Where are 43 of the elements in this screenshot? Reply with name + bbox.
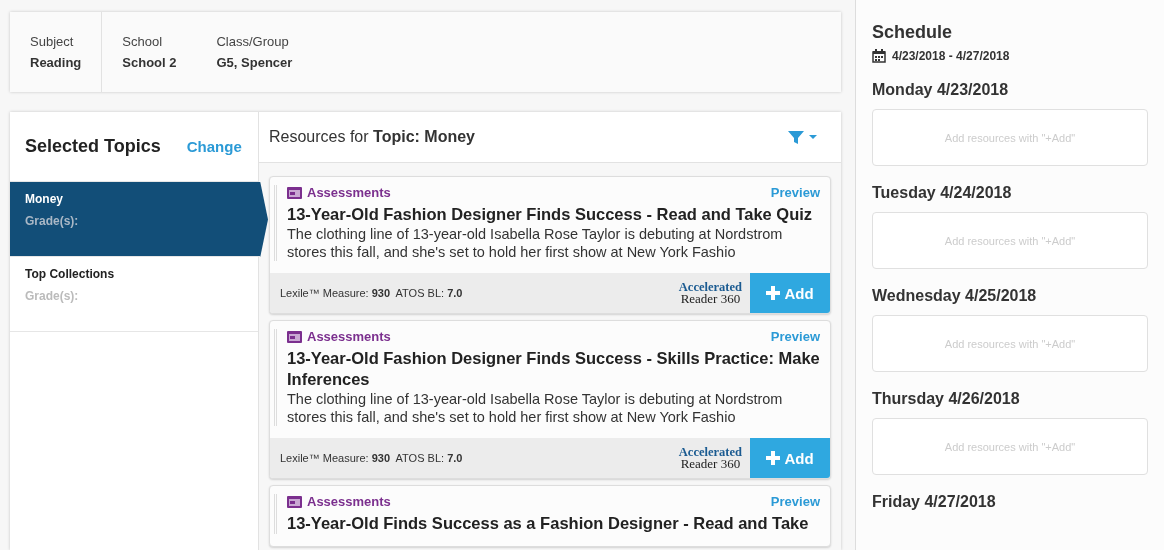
info-label: Subject <box>30 34 75 49</box>
topic-item[interactable]: Top Collections Grade(s): <box>10 257 258 332</box>
resource-description: The clothing line of 13-year-old Isabella Rose Taylor is debuting at Nordstrom stores this fall, and she's set to hold her first show at New York Fashio <box>287 390 784 426</box>
topic-item[interactable]: Money Grade(s): <box>10 182 268 257</box>
measures-text: Lexile™ Measure: 930 ATOS BL: 7.0 <box>280 287 463 299</box>
logo-text: Reader 360 <box>680 293 741 305</box>
assessment-icon <box>287 330 302 343</box>
logo-text: Accelerated <box>678 446 742 458</box>
calendar-icon <box>872 49 886 63</box>
logo-text: Accelerated <box>678 281 742 293</box>
info-value: School 2 <box>122 55 177 70</box>
resources-heading: Resources for Topic: Money <box>269 128 475 146</box>
assessment-icon <box>287 186 302 199</box>
day-heading: Friday 4/27/2018 <box>872 493 997 511</box>
day-heading: Wednesday 4/25/2018 <box>872 287 1038 305</box>
change-link[interactable]: Change <box>186 138 242 155</box>
info-label: Class/Group <box>216 34 290 49</box>
measures-text: Lexile™ Measure: 930 ATOS BL: 7.0 <box>280 452 463 464</box>
logo-text: Reader 360 <box>680 458 741 470</box>
day-heading: Tuesday 4/24/2018 <box>872 184 1013 202</box>
preview-link[interactable]: Preview <box>770 329 820 344</box>
resource-title[interactable]: 13-Year-Old Fashion Designer Finds Success - Skills Practice: Make Inferences <box>287 348 820 390</box>
resource-title[interactable]: 13-Year-Old Finds Success as a Fashion Designer - Read and Take <box>287 513 820 534</box>
info-label: School <box>122 34 164 49</box>
info-value: G5, Spencer <box>216 55 293 70</box>
day-heading: Monday 4/23/2018 <box>872 81 1010 99</box>
category-label: Assessments <box>307 494 391 509</box>
preview-link[interactable]: Preview <box>770 494 820 509</box>
add-button[interactable]: Add <box>750 273 830 313</box>
add-button[interactable]: Add <box>750 438 830 478</box>
schedule-title: Schedule <box>872 22 954 43</box>
resource-title[interactable]: 13-Year-Old Fashion Designer Finds Success - Read and Take Quiz <box>287 204 820 225</box>
plus-icon <box>766 286 781 300</box>
topics-title: Selected Topics <box>25 136 161 157</box>
preview-link[interactable]: Preview <box>770 185 820 200</box>
day-heading: Thursday 4/26/2018 <box>872 390 1021 408</box>
category-label: Assessments <box>307 329 391 344</box>
category-label: Assessments <box>307 185 391 200</box>
date-range: 4/23/2018 - 4/27/2018 <box>892 49 1010 63</box>
info-value: Reading <box>30 55 82 70</box>
resource-description: The clothing line of 13-year-old Isabella Rose Taylor is debuting at Nordstrom stores this fall, and she's set to hold her first show at New York Fashio <box>287 225 784 261</box>
assessment-icon <box>287 495 302 508</box>
plus-icon <box>766 451 781 465</box>
